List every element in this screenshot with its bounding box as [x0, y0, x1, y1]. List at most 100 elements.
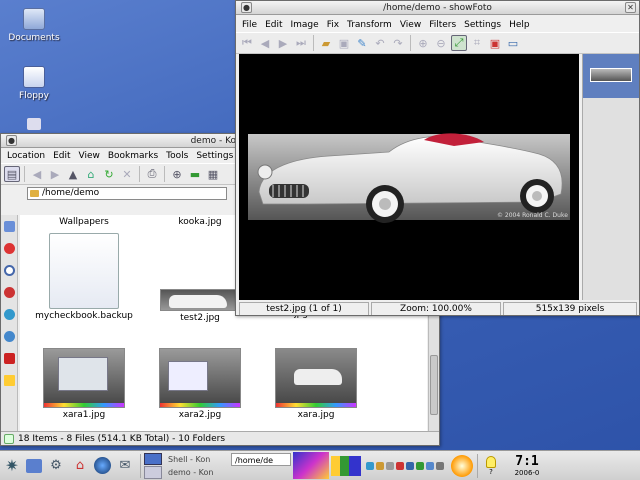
tray-icon[interactable]: [416, 461, 424, 470]
sidebar-history-icon[interactable]: [3, 265, 15, 276]
fullscreen-icon[interactable]: ▣: [487, 35, 503, 51]
image-canvas[interactable]: © 2004 Ronald C. Duke: [239, 54, 579, 300]
file-item[interactable]: mycheckbook.backup: [29, 233, 139, 321]
menu-edit[interactable]: Edit: [261, 20, 286, 30]
image-preview: © 2004 Ronald C. Duke: [248, 133, 570, 223]
crop-icon[interactable]: ⌗: [469, 35, 485, 51]
next-image-icon[interactable]: ▶: [275, 35, 291, 51]
save-icon[interactable]: ▣: [336, 35, 352, 51]
showfoto-menubar: File Edit Image Fix Transform View Filte…: [236, 17, 639, 32]
tray-icon[interactable]: [426, 461, 434, 470]
icon-view-icon[interactable]: ▦: [205, 166, 221, 182]
file-item[interactable]: xara.jpg: [261, 348, 371, 420]
menu-fix[interactable]: Fix: [323, 20, 343, 30]
menu-help[interactable]: Help: [505, 20, 534, 30]
menu-file[interactable]: File: [238, 20, 261, 30]
sidebar-star-icon[interactable]: [3, 375, 15, 386]
slideshow-icon[interactable]: ▭: [505, 35, 521, 51]
file-name: mycheckbook.backup: [35, 311, 133, 321]
sidebar-toggle-icon[interactable]: ▤: [4, 166, 20, 182]
sidebar-bookmarks-icon[interactable]: [3, 221, 15, 232]
task-showfoto[interactable]: /home/de: [231, 452, 291, 466]
status-zoom: Zoom: 100.00%: [371, 302, 501, 315]
task-konqueror[interactable]: demo - Kon: [165, 466, 231, 479]
tray-icon[interactable]: [406, 461, 414, 470]
location-input[interactable]: /home/demo: [27, 186, 227, 200]
fit-to-window-icon[interactable]: ⤢: [451, 35, 467, 51]
edit-icon[interactable]: ✎: [354, 35, 370, 51]
scrollbar-thumb[interactable]: [430, 355, 438, 415]
control-center-icon[interactable]: ⚙: [46, 456, 66, 476]
sidebar-network-icon[interactable]: [3, 309, 15, 320]
showfoto-toolbar: ⏮ ◀ ▶ ⏭ ▰ ▣ ✎ ↶ ↷ ⊕ ⊖ ⤢ ⌗ ▣ ▭: [236, 32, 639, 54]
menu-settings[interactable]: Settings: [460, 20, 505, 30]
file-name: Wallpapers: [59, 217, 109, 227]
sidebar-services-icon[interactable]: [3, 331, 15, 342]
selected-thumbnail[interactable]: [583, 54, 639, 98]
kde-menu-icon[interactable]: ✷: [2, 456, 22, 476]
tray-icon[interactable]: [366, 461, 374, 470]
close-icon[interactable]: ✕: [625, 2, 636, 13]
tray-icon[interactable]: [386, 461, 394, 470]
desktop-icon-floppy[interactable]: Floppy: [6, 66, 62, 101]
menu-tools[interactable]: Tools: [162, 151, 192, 161]
desktop-icon[interactable]: [26, 458, 42, 473]
forward-icon[interactable]: ▶: [47, 166, 63, 182]
folder-icon: [30, 189, 39, 197]
zoom-out-icon[interactable]: ⊖: [433, 35, 449, 51]
undo-icon[interactable]: ↶: [372, 35, 388, 51]
open-folder-icon[interactable]: ▰: [318, 35, 334, 51]
file-item[interactable]: xara1.jpg: [29, 348, 139, 420]
first-image-icon[interactable]: ⏮: [239, 35, 255, 51]
up-icon[interactable]: ▲: [65, 166, 81, 182]
sidebar-favorites-icon[interactable]: [3, 243, 15, 254]
window-menu-icon[interactable]: ●: [6, 135, 17, 146]
home-folder-icon[interactable]: ⌂: [70, 456, 90, 476]
desktop-icon-documents[interactable]: Documents: [6, 8, 62, 43]
menu-image[interactable]: Image: [287, 20, 323, 30]
tray-icon[interactable]: [376, 461, 384, 470]
reload-icon[interactable]: ↻: [101, 166, 117, 182]
menu-view[interactable]: View: [396, 20, 425, 30]
mail-icon[interactable]: ✉: [115, 456, 135, 476]
pager[interactable]: [144, 452, 162, 479]
desktop-icon-trash[interactable]: [6, 118, 62, 133]
menu-bookmarks[interactable]: Bookmarks: [104, 151, 162, 161]
help-applet[interactable]: ?: [482, 455, 500, 476]
file-item[interactable]: Wallpapers: [29, 215, 139, 227]
tray-icon[interactable]: [436, 461, 444, 470]
stop-icon[interactable]: ✕: [119, 166, 135, 182]
menu-settings[interactable]: Settings: [192, 151, 237, 161]
menu-filters[interactable]: Filters: [425, 20, 460, 30]
home-icon[interactable]: ⌂: [83, 166, 99, 182]
weather-sun-icon[interactable]: [451, 454, 473, 477]
clock[interactable]: 7:1 2006-0: [508, 454, 546, 477]
status-image-size: 515x139 pixels: [503, 302, 637, 315]
sidebar-home-icon[interactable]: [3, 287, 15, 298]
menu-location[interactable]: Location: [3, 151, 49, 161]
color-applet-icon[interactable]: [331, 455, 361, 476]
menu-transform[interactable]: Transform: [343, 20, 396, 30]
window-menu-icon[interactable]: ●: [241, 2, 252, 13]
menu-edit[interactable]: Edit: [49, 151, 74, 161]
menu-view[interactable]: View: [75, 151, 104, 161]
zoom-in-icon[interactable]: ⊕: [415, 35, 431, 51]
browser-icon[interactable]: [94, 457, 111, 474]
help-label: ?: [489, 467, 493, 476]
print-icon[interactable]: ⎙: [144, 166, 160, 182]
back-icon[interactable]: ◀: [29, 166, 45, 182]
sidebar-root-icon[interactable]: [3, 353, 15, 364]
tray-icon[interactable]: [396, 461, 404, 470]
file-item[interactable]: xara2.jpg: [145, 348, 255, 420]
previous-image-icon[interactable]: ◀: [257, 35, 273, 51]
konqueror-statusbar: 18 Items - 8 Files (514.1 KB Total) - 10…: [1, 431, 439, 445]
last-image-icon[interactable]: ⏭: [293, 35, 309, 51]
zoom-out-icon[interactable]: ▬: [187, 166, 203, 182]
zoom-in-icon[interactable]: ⊕: [169, 166, 185, 182]
redo-icon[interactable]: ↷: [390, 35, 406, 51]
showfoto-statusbar: test2.jpg (1 of 1) Zoom: 100.00% 515x139…: [239, 302, 639, 315]
paint-applet-icon[interactable]: [293, 452, 329, 479]
task-shell[interactable]: Shell - Kon: [165, 453, 231, 466]
showfoto-titlebar[interactable]: ● /home/demo - showFoto ✕: [236, 1, 639, 15]
system-tray: [365, 461, 445, 470]
